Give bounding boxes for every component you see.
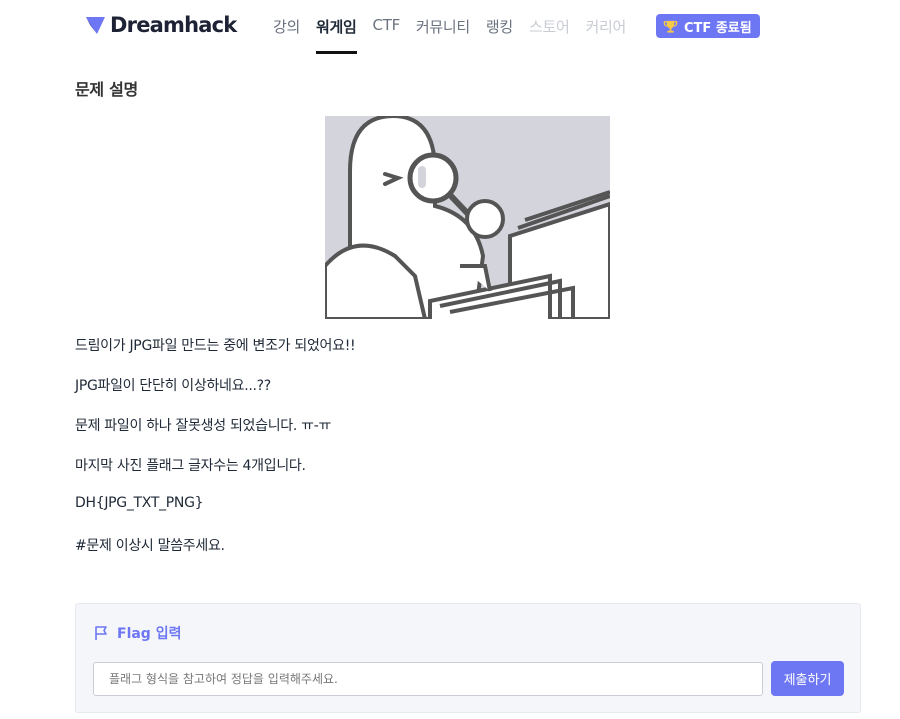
trophy-icon — [663, 20, 678, 33]
dreamhack-logo[interactable]: Dreamhack — [85, 13, 237, 37]
nav-item-career[interactable]: 커리어 — [585, 0, 626, 54]
description-line-3: 문제 파일이 하나 잘못생성 되었습니다. ㅠ-ㅠ — [75, 418, 332, 434]
flag-icon — [95, 626, 107, 640]
nav-item-ctf[interactable]: CTF — [373, 0, 401, 54]
description-line-1: 드림이가 JPG파일 만드는 중에 변조가 되었어요!! — [75, 338, 356, 354]
ctf-ended-badge[interactable]: CTF 종료됨 — [656, 14, 760, 38]
nav-item-community[interactable]: 커뮤니티 — [416, 0, 470, 54]
main-nav: 강의 워게임 CTF 커뮤니티 랭킹 스토어 커리어 — [273, 0, 642, 54]
nav-item-store[interactable]: 스토어 — [529, 0, 570, 54]
description-line-4: 마지막 사진 플래그 글자수는 4개입니다. — [75, 458, 306, 474]
submit-button[interactable]: 제출하기 — [771, 661, 844, 696]
flag-title: Flag 입력 — [93, 623, 181, 643]
flag-title-label: Flag 입력 — [117, 626, 182, 642]
logo-text: Dreamhack — [110, 13, 237, 37]
ctf-badge-label: CTF 종료됨 — [684, 20, 752, 36]
description-line-2: JPG파일이 단단히 이상하네요...?? — [75, 378, 271, 394]
magnifier-character-illustration — [325, 116, 610, 319]
dreamhack-logo-icon — [86, 17, 105, 34]
nav-item-wargame[interactable]: 워게임 — [316, 0, 357, 54]
nav-item-lectures[interactable]: 강의 — [273, 0, 300, 54]
problem-section-title: 문제 설명 — [75, 80, 138, 99]
description-line-6: #문제 이상시 말씀주세요. — [75, 538, 225, 554]
flag-input[interactable] — [93, 662, 763, 696]
description-line-5: DH{JPG_TXT_PNG} — [75, 495, 204, 511]
top-header: Dreamhack 강의 워게임 CTF 커뮤니티 랭킹 스토어 커리어 CTF… — [0, 0, 900, 54]
nav-item-ranking[interactable]: 랭킹 — [486, 0, 513, 54]
flag-submission-box: Flag 입력 제출하기 — [75, 603, 861, 713]
